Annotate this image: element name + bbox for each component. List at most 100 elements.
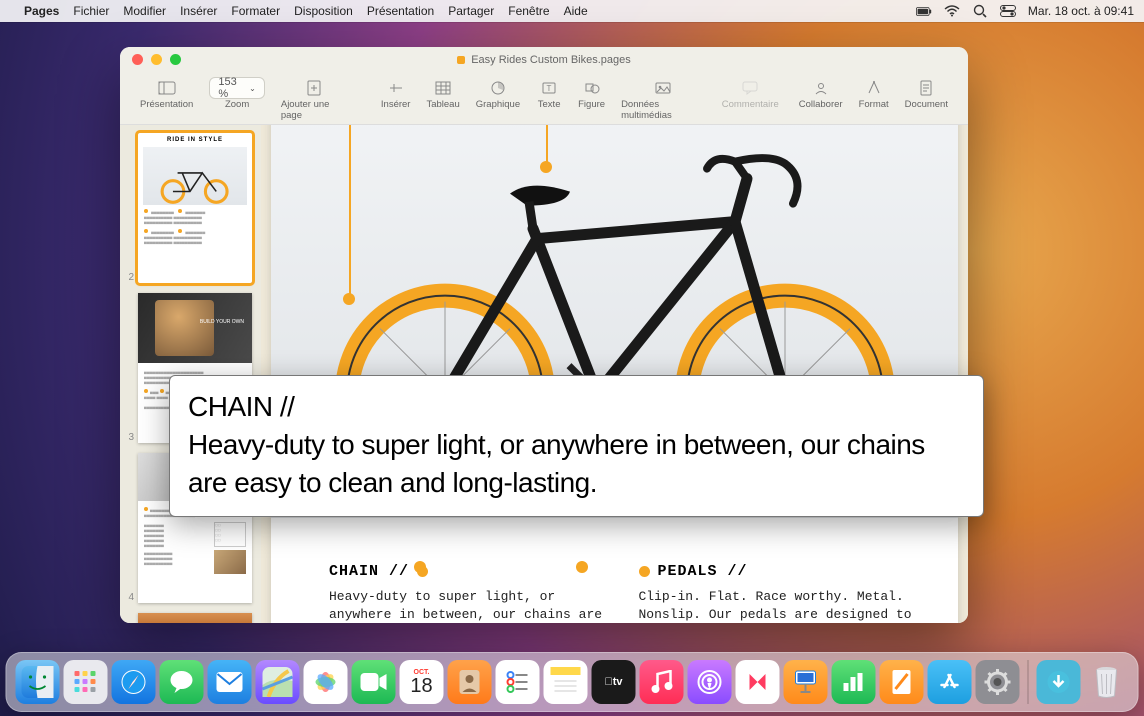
dock-notes[interactable] [544,660,588,704]
tool-add-page-label: Ajouter une page [281,99,348,121]
document-page: CHAIN // Heavy-duty to super light, or a… [271,125,958,623]
tool-format-label: Format [859,99,889,110]
tool-media-label: Données multimédias [621,99,706,121]
chart-icon [485,77,511,99]
dock-facetime[interactable] [352,660,396,704]
window-maximize-button[interactable] [170,54,181,65]
tool-format[interactable]: Format [853,77,895,110]
menu-inserer[interactable]: Insérer [180,4,217,18]
tool-presentation-label: Présentation [140,99,193,110]
callout-dot [540,161,552,173]
tool-text-label: Texte [538,99,561,110]
bullet-dot-icon [639,566,650,577]
tool-collaborate[interactable]: Collaborer [793,77,849,110]
media-icon [650,77,676,99]
chain-body: Heavy-duty to super light, or anywhere i… [329,588,609,623]
dock-keynote[interactable] [784,660,828,704]
spotlight-icon[interactable] [972,4,988,18]
tool-table[interactable]: Tableau [420,77,465,110]
dock-reminders[interactable] [496,660,540,704]
titlebar[interactable]: Easy Rides Custom Bikes.pages [120,47,968,73]
app-menu[interactable]: Pages [24,4,59,18]
chevron-down-icon: ⌄ [249,84,256,93]
tool-comment-label: Commentaire [722,99,779,110]
dock-downloads[interactable] [1037,660,1081,704]
tool-shape[interactable]: Figure [572,77,611,110]
bullet-dot-icon [417,566,428,577]
wifi-icon[interactable] [944,4,960,18]
dock-photos[interactable] [304,660,348,704]
dock-contacts[interactable] [448,660,492,704]
dock-music[interactable] [640,660,684,704]
collaborate-icon [808,77,834,99]
svg-text:T: T [547,84,552,93]
dock-tv[interactable]: tv [592,660,636,704]
menu-formater[interactable]: Formater [231,4,280,18]
page-thumbnail-5[interactable] [138,613,252,623]
page-thumbnails-sidebar[interactable]: 2 RIDE IN STYLE ▄▄▄▄▄▄▄▄ ▄▄▄▄▄▄▄▄▄▄▄▄▄▄▄… [120,125,261,623]
menu-aide[interactable]: Aide [564,4,588,18]
tool-shape-label: Figure [578,99,605,110]
tool-insert-label: Insérer [381,99,411,110]
hover-body: Heavy-duty to super light, or anywhere i… [188,429,925,498]
tool-media[interactable]: Données multimédias [615,77,712,121]
menu-fichier[interactable]: Fichier [73,4,109,18]
chain-heading: CHAIN // [329,563,409,580]
dock: OCT.18 tv [6,652,1139,712]
tool-table-label: Tableau [426,99,459,110]
dock-numbers[interactable] [832,660,876,704]
page-thumbnail-2[interactable]: RIDE IN STYLE ▄▄▄▄▄▄▄▄ ▄▄▄▄▄▄▄▄▄▄▄▄▄▄▄▄▄… [138,133,252,283]
dock-appstore[interactable] [928,660,972,704]
dock-podcasts[interactable] [688,660,732,704]
tool-zoom-label: Zoom [225,99,249,110]
menubar-clock[interactable]: Mar. 18 oct. à 09:41 [1028,4,1134,18]
dock-finder[interactable] [16,660,60,704]
toolbar: Présentation 153 % ⌄ Zoom Ajouter une pag… [120,73,968,125]
tool-insert[interactable]: Insérer [375,77,417,110]
dock-launchpad[interactable] [64,660,108,704]
tool-zoom[interactable]: 153 % ⌄ Zoom [203,77,271,110]
tool-document-label: Document [905,99,948,110]
dock-messages[interactable] [160,660,204,704]
dock-separator [1028,660,1029,704]
add-page-icon [301,77,327,99]
menu-partager[interactable]: Partager [448,4,494,18]
control-center-icon[interactable] [1000,4,1016,18]
window-minimize-button[interactable] [151,54,162,65]
thumbnail-number-2: 2 [126,272,134,283]
pedals-body: Clip-in. Flat. Race worthy. Metal. Nonsl… [639,588,919,623]
zoom-value: 153 % [218,76,245,100]
dock-calendar[interactable]: OCT.18 [400,660,444,704]
pedals-text-block: PEDALS // Clip-in. Flat. Race worthy. Me… [639,563,919,623]
dock-news[interactable] [736,660,780,704]
dock-settings[interactable] [976,660,1020,704]
tool-presentation[interactable]: Présentation [134,77,199,110]
menu-modifier[interactable]: Modifier [123,4,166,18]
dock-safari[interactable] [112,660,156,704]
format-icon [861,77,887,99]
window-close-button[interactable] [132,54,143,65]
tool-text[interactable]: T Texte [530,77,568,110]
tool-collab-label: Collaborer [799,99,843,110]
dock-mail[interactable] [208,660,252,704]
document-canvas[interactable]: CHAIN // Heavy-duty to super light, or a… [261,125,968,623]
thumbnail-3-header: BUILD YOUR OWN [200,319,244,325]
document-title: Easy Rides Custom Bikes.pages [471,54,631,66]
menu-presentation[interactable]: Présentation [367,4,434,18]
tool-chart-label: Graphique [476,99,520,110]
pedals-heading: PEDALS // [658,563,748,580]
tool-chart[interactable]: Graphique [470,77,526,110]
battery-icon[interactable] [916,4,932,18]
dock-trash[interactable] [1085,660,1129,704]
thumbnail-number-3: 3 [126,432,134,443]
menu-fenetre[interactable]: Fenêtre [508,4,549,18]
dock-pages[interactable] [880,660,924,704]
menubar: Pages Fichier Modifier Insérer Formater … [0,0,1144,22]
tool-comment[interactable]: Commentaire [716,77,785,110]
menu-disposition[interactable]: Disposition [294,4,353,18]
dock-maps[interactable] [256,660,300,704]
tool-document[interactable]: Document [899,77,954,110]
thumbnail-2-header: RIDE IN STYLE [138,133,252,147]
text-icon: T [536,77,562,99]
tool-add-page[interactable]: Ajouter une page [275,77,354,121]
